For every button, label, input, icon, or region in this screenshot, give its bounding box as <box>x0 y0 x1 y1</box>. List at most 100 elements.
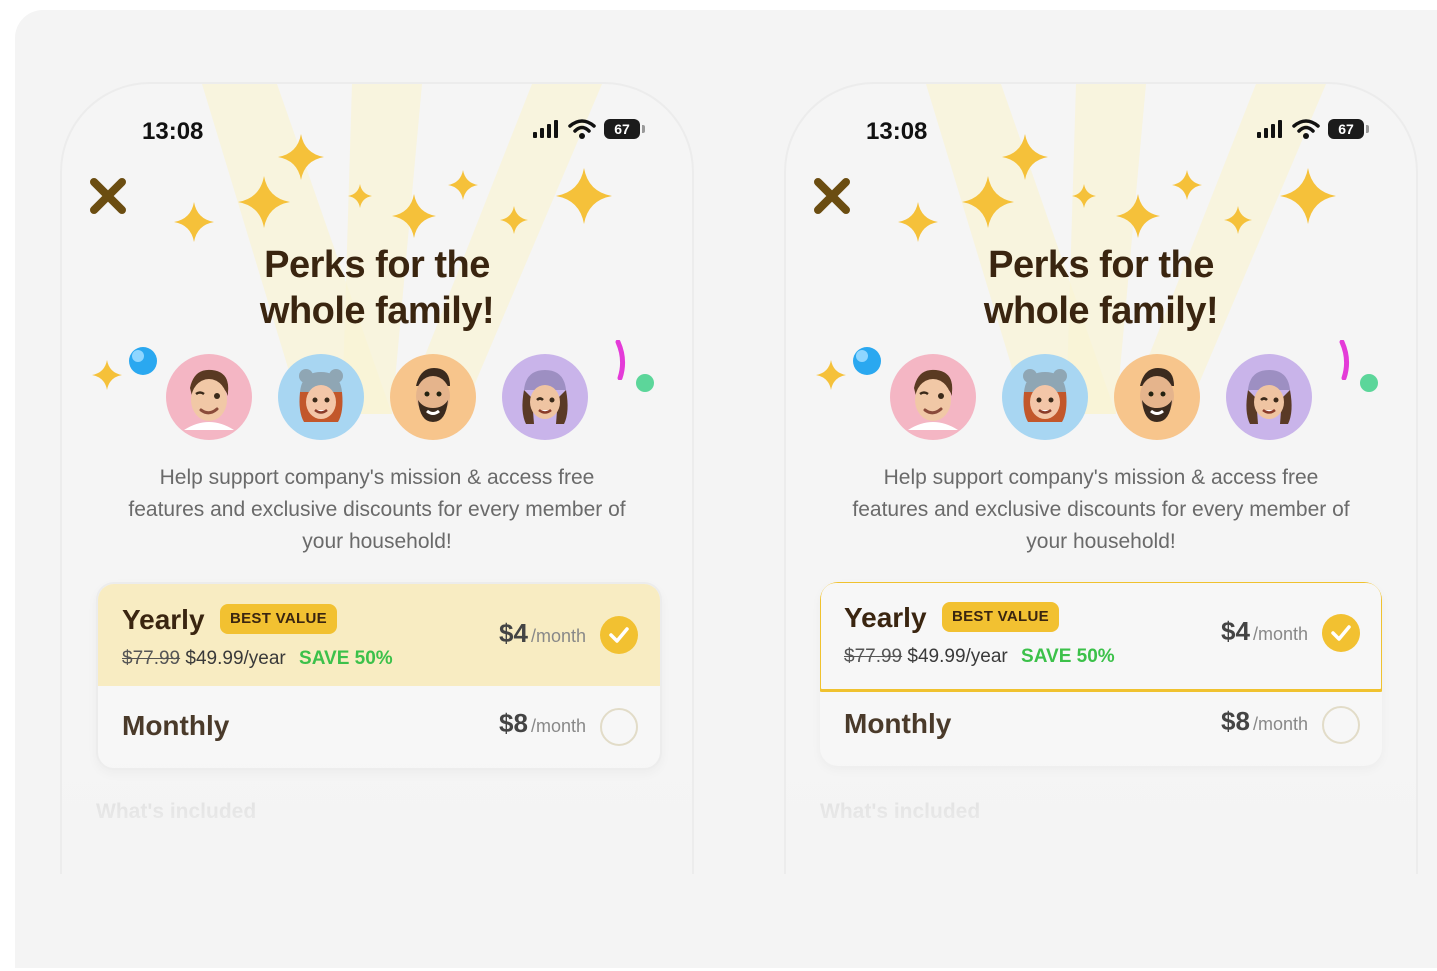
avatar <box>390 354 476 440</box>
plan-option-monthly[interactable]: Monthly $8/month <box>98 686 660 768</box>
monthly-price: $8/month <box>1221 706 1308 737</box>
signal-icon <box>1257 120 1282 138</box>
avatar <box>278 354 364 440</box>
status-icons: 67 <box>532 118 645 140</box>
sparkle-icon <box>1002 134 1048 180</box>
battery-level: 67 <box>614 121 630 137</box>
avatar-icon <box>1246 370 1292 424</box>
best-value-badge: BEST VALUE <box>942 602 1059 632</box>
avatar-icon <box>1140 368 1174 422</box>
battery-icon: 67 <box>1328 119 1369 139</box>
family-avatars <box>166 354 588 440</box>
price-period: /month <box>1252 624 1308 644</box>
price-period: /month <box>530 626 586 646</box>
signal-icon <box>533 120 558 138</box>
title-line-1: Perks for the <box>264 244 490 286</box>
sparkle-icon <box>238 176 290 228</box>
save-label: SAVE 50% <box>1021 646 1115 667</box>
avatar-icon <box>416 368 450 422</box>
status-time: 13:08 <box>866 118 928 145</box>
best-value-badge: BEST VALUE <box>220 604 337 634</box>
sparkle-icon <box>392 194 436 238</box>
close-button[interactable] <box>88 176 128 216</box>
price-amount: $8 <box>1221 706 1250 736</box>
sparkle-icon <box>1072 184 1096 208</box>
avatar <box>1002 354 1088 440</box>
plan-name-yearly: Yearly <box>844 602 927 633</box>
page-title: Perks for the whole family! <box>62 242 692 334</box>
avatar <box>1226 354 1312 440</box>
comparison-canvas: 13:08 67 Perks for the whole family! Hel… <box>15 10 1437 968</box>
wifi-icon <box>568 119 596 139</box>
close-button[interactable] <box>812 176 852 216</box>
status-time: 13:08 <box>142 118 204 145</box>
sparkle-icon <box>1172 170 1202 200</box>
avatar-icon <box>184 369 234 430</box>
plan-option-monthly[interactable]: Monthly $8/month <box>820 684 1382 766</box>
phone-screen-left: 13:08 67 Perks for the whole family! Hel… <box>60 82 694 874</box>
plan-option-yearly[interactable]: Yearly BEST VALUE $77.99 $49.99/year SAV… <box>820 582 1382 684</box>
plan-name-monthly: Monthly <box>122 710 230 741</box>
selected-radio[interactable] <box>1322 614 1360 652</box>
price-amount: $4 <box>499 618 528 648</box>
title-line-1: Perks for the <box>988 244 1214 286</box>
title-line-2: whole family! <box>983 290 1219 332</box>
yearly-price: $49.99/year <box>907 646 1008 667</box>
sparkle-icon <box>1280 168 1336 224</box>
confetti-dot <box>1360 374 1378 392</box>
plan-name-yearly: Yearly <box>122 604 205 635</box>
plan-option-yearly[interactable]: Yearly BEST VALUE $77.99 $49.99/year SAV… <box>98 584 660 686</box>
yearly-monthly-price: $4/month <box>1221 616 1308 647</box>
family-avatars <box>890 354 1312 440</box>
battery-level: 67 <box>1338 121 1354 137</box>
original-price: $77.99 <box>122 648 181 669</box>
whats-included-heading: What's included <box>820 800 981 823</box>
wifi-icon <box>1292 119 1320 139</box>
avatar <box>502 354 588 440</box>
yearly-price: $49.99/year <box>185 648 286 669</box>
price-period: /month <box>530 716 586 736</box>
yearly-monthly-price: $4/month <box>499 618 586 649</box>
price-amount: $8 <box>499 708 528 738</box>
selected-radio[interactable] <box>600 616 638 654</box>
checkmark-icon <box>609 627 629 643</box>
sparkle-icon <box>1224 206 1252 234</box>
plan-selector: Yearly BEST VALUE $77.99 $49.99/year SAV… <box>96 582 662 770</box>
sparkle-icon <box>556 168 612 224</box>
description-text: Help support company's mission & access … <box>128 466 626 553</box>
original-price: $77.99 <box>844 646 903 667</box>
plan-name-monthly: Monthly <box>844 708 952 739</box>
sparkle-icon <box>500 206 528 234</box>
price-period: /month <box>1252 714 1308 734</box>
title-line-2: whole family! <box>259 290 495 332</box>
unselected-radio[interactable] <box>600 708 638 746</box>
battery-icon: 67 <box>604 119 645 139</box>
unselected-radio[interactable] <box>1322 706 1360 744</box>
sparkle-icon <box>348 184 372 208</box>
avatar-icon <box>908 369 958 430</box>
phone-screen-right: 13:08 67 Perks for the whole family! Hel… <box>784 82 1418 874</box>
checkmark-icon <box>1331 625 1351 641</box>
sparkle-icon <box>962 176 1014 228</box>
close-icon <box>90 178 126 214</box>
confetti-ribbon <box>615 340 626 380</box>
confetti-dot <box>853 347 881 375</box>
yearly-price-details: $77.99 $49.99/year SAVE 50% <box>844 646 1115 668</box>
whats-included-heading: What's included <box>96 800 257 823</box>
save-label: SAVE 50% <box>299 648 393 669</box>
confetti-dot <box>129 347 157 375</box>
sparkle-icon <box>898 202 938 242</box>
sparkle-icon <box>278 134 324 180</box>
monthly-price: $8/month <box>499 708 586 739</box>
avatar <box>1114 354 1200 440</box>
confetti-dot <box>636 374 654 392</box>
yearly-price-details: $77.99 $49.99/year SAVE 50% <box>122 648 393 670</box>
description-text: Help support company's mission & access … <box>852 466 1350 553</box>
avatar <box>166 354 252 440</box>
status-icons: 67 <box>1256 118 1369 140</box>
close-icon <box>814 178 850 214</box>
sparkle-icon <box>1116 194 1160 238</box>
sparkle-icon <box>92 360 122 390</box>
sparkle-icon <box>448 170 478 200</box>
avatar-icon <box>522 370 568 424</box>
